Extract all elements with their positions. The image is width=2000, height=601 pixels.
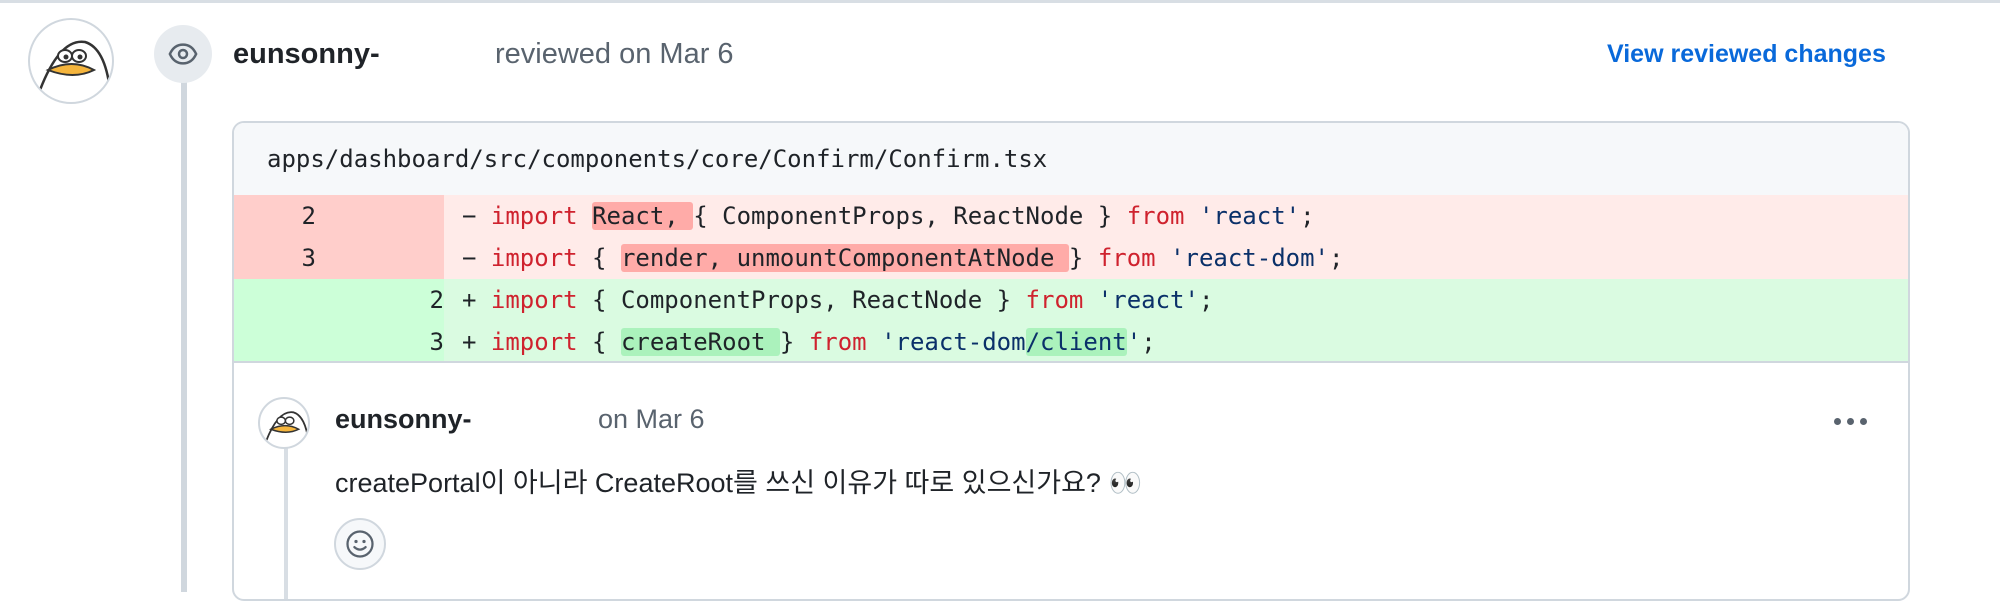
review-author[interactable]: eunsonny-: [233, 38, 380, 71]
comment-body: createPortal이 아니라 CreateRoot를 쓰신 이유가 따로 …: [335, 468, 1143, 498]
smiley-icon[interactable]: [334, 518, 386, 570]
new-line-number[interactable]: 3: [316, 328, 444, 356]
code-line: − import { render, unmountComponentAtNod…: [444, 244, 1343, 272]
code-token: render, unmountComponentAtNode: [620, 244, 1069, 272]
code-token: ;: [1141, 328, 1156, 356]
reviewer-avatar[interactable]: [28, 18, 114, 104]
timeline-line: [181, 60, 187, 592]
code-token: from: [1025, 286, 1084, 314]
code-token: 'react-dom: [881, 328, 1026, 356]
line-number-gutter[interactable]: 2: [234, 195, 444, 237]
top-border: [0, 0, 2000, 3]
code-line: − import React, { ComponentProps, ReactN…: [444, 202, 1315, 230]
diff-line-deleted[interactable]: 2 − import React, { ComponentProps, React…: [234, 195, 1908, 237]
code-token: from: [1097, 244, 1156, 272]
code-token: 'react': [1097, 286, 1199, 314]
diff-sign: +: [462, 286, 491, 314]
code-token: ;: [1300, 202, 1315, 230]
code-line: + import { createRoot } from 'react-dom/…: [444, 328, 1156, 356]
code-token: 'react': [1198, 202, 1301, 230]
kebab-horizontal-icon[interactable]: [1834, 411, 1874, 431]
file-path-header[interactable]: apps/dashboard/src/components/core/Confi…: [234, 123, 1908, 195]
code-token: /client: [1025, 328, 1127, 356]
code-token: import: [490, 328, 578, 356]
code-token: ;: [1329, 244, 1344, 272]
code-token: { ComponentProps, ReactNode }: [693, 202, 1127, 230]
code-token: ;: [1198, 286, 1214, 314]
line-number-gutter[interactable]: 2: [234, 279, 444, 321]
diff-hunk: 2− import React, { ComponentProps, React…: [234, 195, 1908, 363]
code-token: ': [1126, 328, 1142, 356]
code-line: + import { ComponentProps, ReactNode } f…: [444, 286, 1213, 314]
code-token: React,: [592, 202, 694, 230]
code-token: { ComponentProps, ReactNode }: [577, 286, 1026, 314]
eye-icon: [154, 25, 212, 83]
old-line-number[interactable]: 2: [234, 202, 316, 230]
code-token: import: [490, 244, 578, 272]
code-token: from: [808, 328, 867, 356]
diff-sign: −: [462, 244, 491, 272]
line-number-gutter[interactable]: 3: [234, 321, 444, 363]
commenter-avatar[interactable]: [258, 397, 310, 449]
diff-sign: +: [462, 328, 491, 356]
diff-line-added[interactable]: 2 + import { ComponentProps, ReactNode } …: [234, 279, 1908, 321]
comment-thread-line: [284, 423, 288, 599]
diff-line-added[interactable]: 3 + import { createRoot } from 'react-dom…: [234, 321, 1908, 363]
old-line-number[interactable]: 3: [234, 244, 316, 272]
code-token: from: [1126, 202, 1185, 230]
line-number-gutter[interactable]: 3: [234, 237, 444, 279]
code-token: import: [490, 202, 578, 230]
code-token: import: [490, 286, 578, 314]
new-line-number[interactable]: 2: [316, 286, 444, 314]
comment-date[interactable]: on Mar 6: [598, 404, 705, 435]
comment-author[interactable]: eunsonny-: [335, 404, 472, 435]
diff-sign: −: [462, 202, 491, 230]
diff-line-deleted[interactable]: 3 − import { render, unmountComponentAtNo…: [234, 237, 1908, 279]
review-meta: reviewed on Mar 6: [495, 38, 734, 70]
code-token: {: [577, 328, 621, 356]
file-path[interactable]: apps/dashboard/src/components/core/Confi…: [267, 145, 1047, 173]
code-token: createRoot: [620, 328, 780, 356]
code-token: {: [577, 244, 621, 272]
comment: eunsonny- on Mar 6 createPortal이 아니라 Cre…: [234, 361, 1908, 599]
view-reviewed-changes-link[interactable]: View reviewed changes: [1607, 40, 1886, 69]
review-thread-card: apps/dashboard/src/components/core/Confi…: [232, 121, 1910, 601]
code-token: }: [779, 328, 809, 356]
code-token: 'react-dom': [1170, 244, 1330, 272]
code-token: }: [1068, 244, 1098, 272]
